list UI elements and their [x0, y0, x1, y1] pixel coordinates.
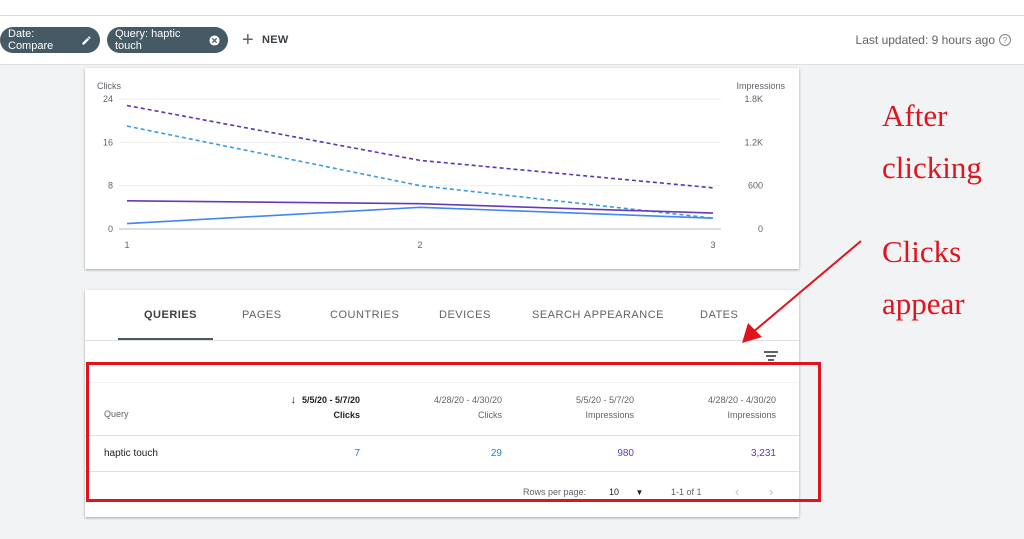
annotation-text-appear: appear [882, 286, 965, 321]
plus-icon: + [242, 29, 254, 51]
tab-countries[interactable]: COUNTRIES [330, 290, 399, 340]
tab-queries[interactable]: QUERIES [144, 290, 197, 340]
help-icon[interactable]: ? [999, 34, 1011, 46]
tab-devices[interactable]: DEVICES [439, 290, 491, 340]
last-updated: Last updated: 9 hours ago ? [856, 27, 1011, 53]
close-circle-icon[interactable] [209, 34, 220, 46]
right-axis-label: Impressions [736, 81, 785, 91]
right-tick-label: 1.8K [744, 94, 763, 104]
tab-search-appearance[interactable]: SEARCH APPEARANCE [532, 290, 664, 340]
annotation-highlight-box [86, 362, 821, 502]
left-tick-label: 24 [103, 94, 113, 104]
pencil-icon[interactable] [81, 35, 92, 46]
x-tick-label: 2 [417, 240, 422, 250]
query-filter-chip[interactable]: Query: haptic touch [107, 27, 228, 53]
left-tick-label: 0 [108, 224, 113, 234]
new-label: NEW [261, 34, 289, 46]
annotation-arrow-icon [742, 240, 862, 343]
annotation-text-clicks: Clicks [882, 234, 962, 269]
x-tick-label: 1 [124, 240, 129, 250]
left-tick-label: 16 [103, 137, 113, 147]
chip-label: Query: haptic touch [115, 28, 181, 52]
series-line-4 [126, 104, 714, 189]
chip-label: Date: Compare [8, 28, 54, 52]
active-tab-indicator [118, 338, 213, 340]
tab-bar: QUERIES PAGES COUNTRIES DEVICES SEARCH A… [85, 290, 799, 341]
left-axis-label: Clicks [97, 81, 121, 91]
right-tick-label: 0 [758, 224, 763, 234]
last-updated-text: Last updated: 9 hours ago [855, 33, 995, 47]
annotation-text-after: After [882, 98, 948, 133]
right-tick-label: 1.2K [744, 137, 763, 147]
performance-chart: 24 1.8K 16 1.2K 8 600 0 0 Clicks Impressions 1 2 3 [85, 68, 799, 269]
right-tick-label: 600 [748, 181, 763, 191]
tab-pages[interactable]: PAGES [242, 290, 282, 340]
filter-bar: Date: Compare Query: haptic touch + NEW … [0, 16, 1024, 65]
date-compare-chip[interactable]: Date: Compare [0, 27, 100, 53]
x-tick-label: 3 [710, 240, 715, 250]
new-filter-button[interactable]: + NEW [242, 27, 289, 53]
top-strip [0, 0, 1024, 16]
left-tick-label: 8 [108, 181, 113, 191]
chart-canvas: 24 1.8K 16 1.2K 8 600 0 0 Clicks Impressions 1 2 3 [97, 81, 786, 250]
annotation-text-clicking: clicking [882, 150, 982, 185]
